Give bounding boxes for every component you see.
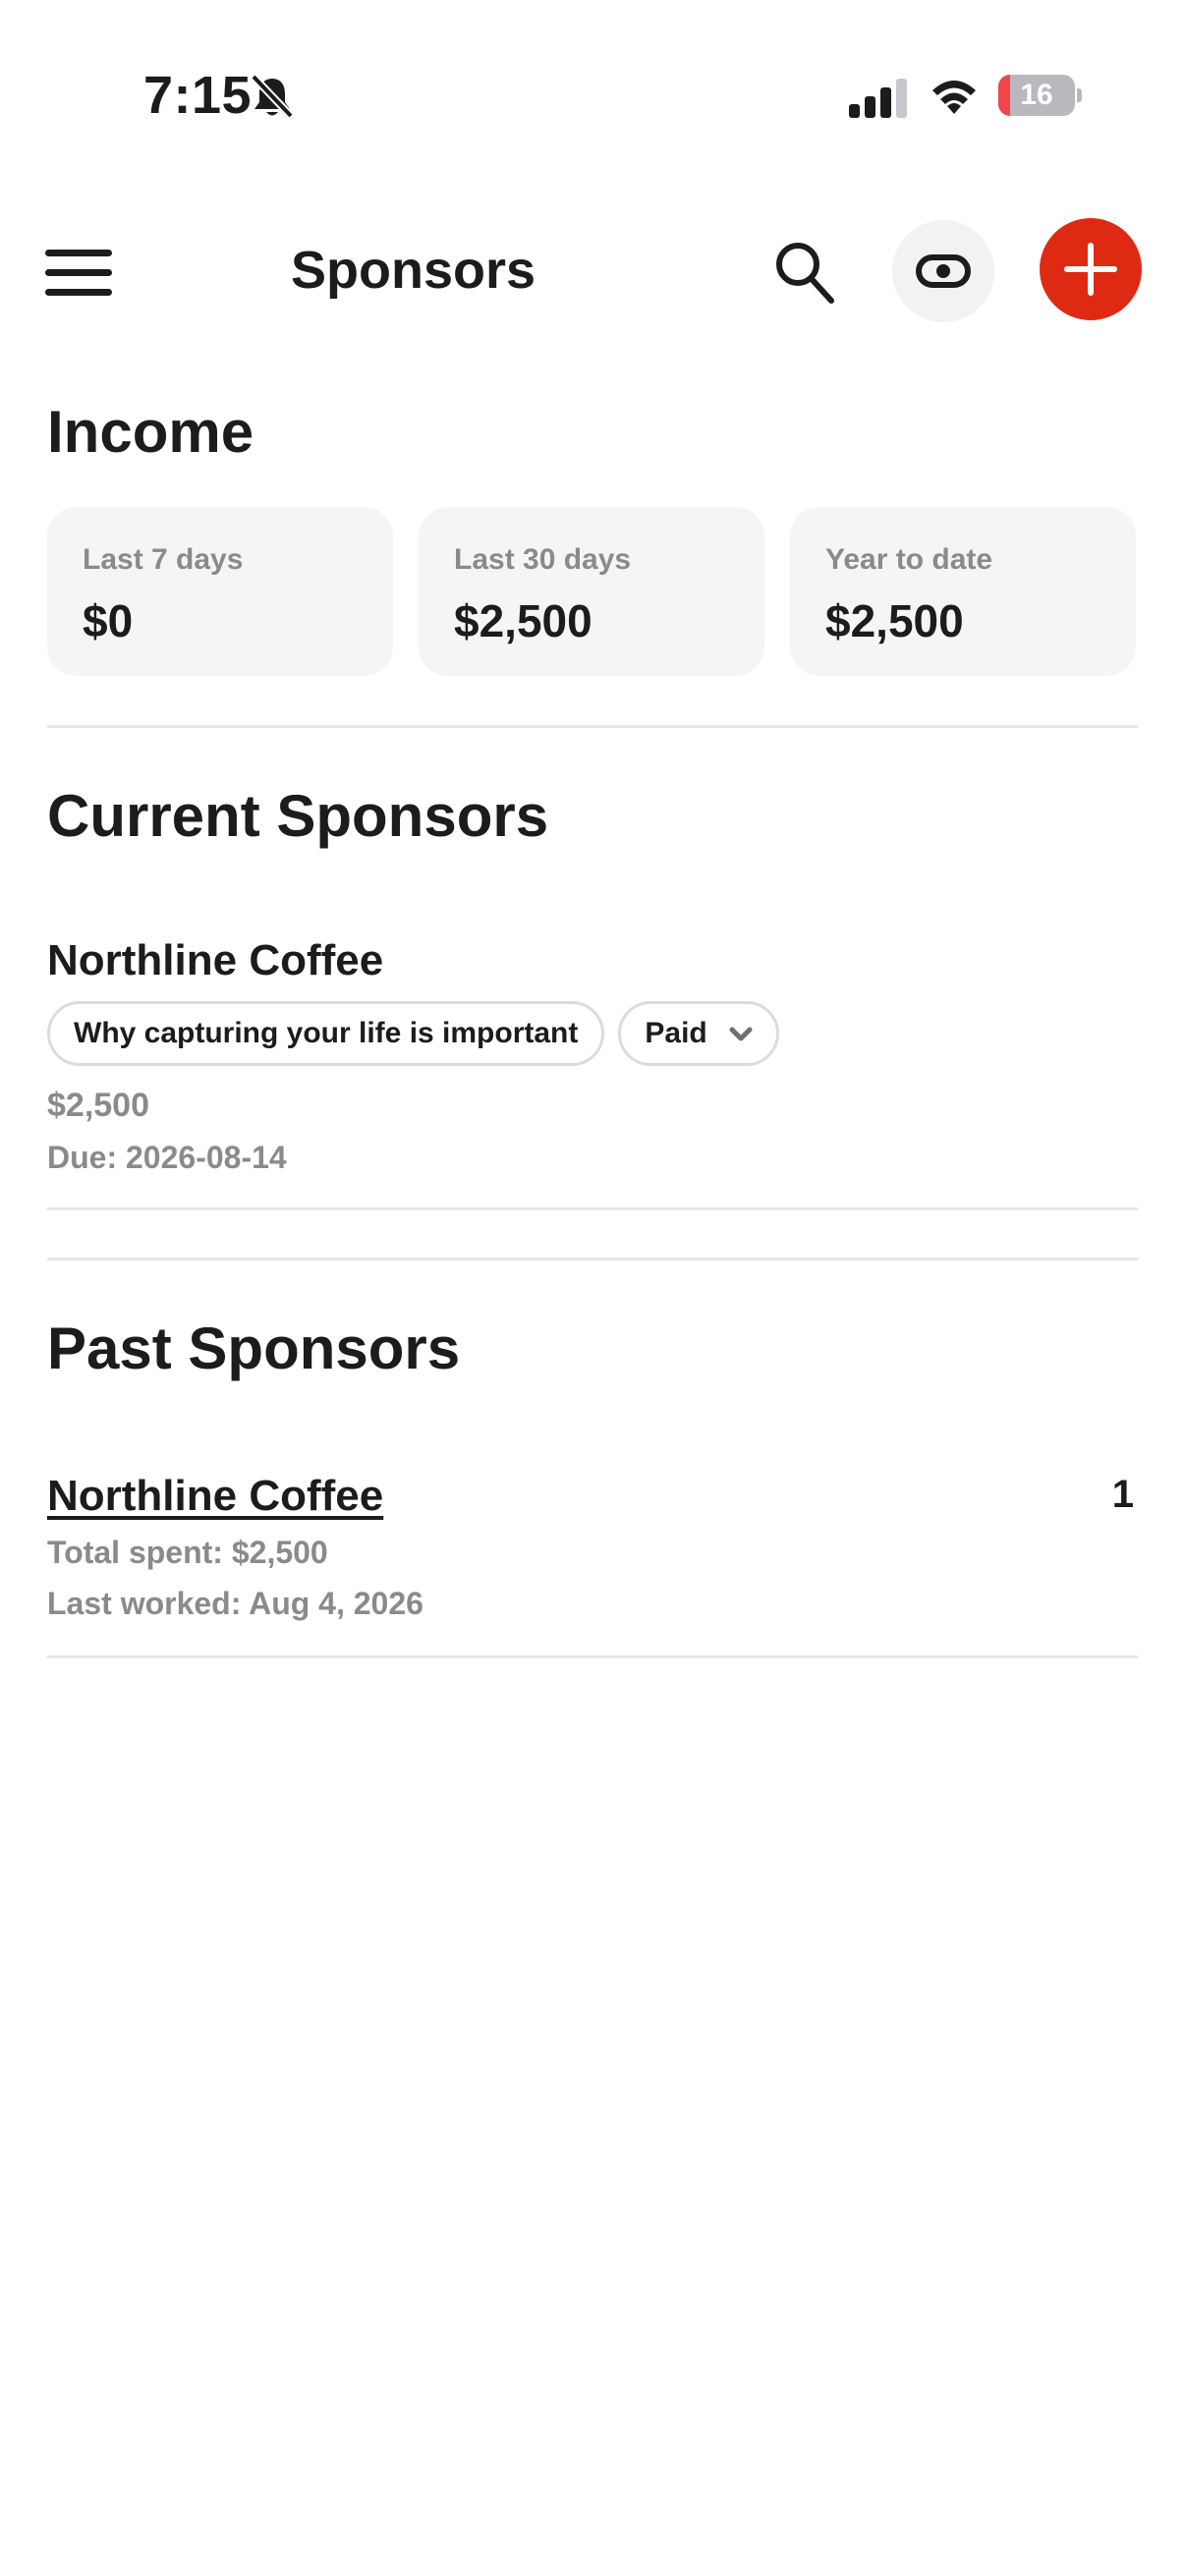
income-card-value: $0 [83, 595, 134, 646]
past-sponsor-count: 1 [1111, 1473, 1134, 1516]
battery-tip [1077, 88, 1082, 102]
status-dropdown[interactable]: Paid [618, 1001, 779, 1066]
past-sponsors-heading: Past Sponsors [47, 1316, 461, 1381]
income-card-label: Last 7 days [83, 543, 244, 576]
past-sponsor-total-spent: Total spent: $2,500 [47, 1535, 328, 1570]
current-sponsors-heading: Current Sponsors [47, 783, 549, 849]
sponsor-name[interactable]: Northline Coffee [47, 934, 1138, 987]
current-sponsor-item[interactable]: Northline Coffee Why capturing your life… [47, 856, 1138, 1180]
current-sponsors-section: Current Sponsors Northline Coffee Why ca… [47, 777, 1138, 1180]
visibility-toggle-button[interactable] [892, 220, 994, 322]
add-sponsor-button[interactable] [1040, 218, 1142, 320]
menu-button[interactable] [39, 236, 122, 308]
main-content: Income Last 7 days $0 Last 30 days $2,50… [47, 393, 1138, 1658]
video-chip-label: Why capturing your life is important [74, 1017, 579, 1049]
status-bar: 7:15 16 [0, 0, 1185, 187]
sponsor-amount: $2,500 [47, 1087, 149, 1124]
past-sponsor-item[interactable]: Northline Coffee 1 Total spent: $2,500 L… [47, 1388, 1138, 1626]
hamburger-menu-icon-bar [45, 288, 112, 296]
income-card-value: $2,500 [454, 595, 592, 646]
wifi-icon [932, 81, 976, 114]
status-time: 7:15 [143, 66, 253, 125]
income-card-last-7-days: Last 7 days $0 [47, 507, 393, 676]
plus-icon [1064, 243, 1117, 296]
income-card-label: Year to date [825, 543, 993, 576]
income-cards: Last 7 days $0 Last 30 days $2,500 Year … [47, 507, 1138, 676]
income-card-value: $2,500 [825, 595, 964, 646]
bell-muted-icon [251, 74, 294, 119]
section-divider [47, 1258, 1138, 1260]
battery-body: 16 [998, 75, 1075, 116]
page-title: Sponsors [291, 241, 536, 300]
sponsor-due-date: Due: 2026-08-14 [47, 1140, 287, 1175]
status-dropdown-label: Paid [645, 1017, 707, 1049]
income-card-year-to-date: Year to date $2,500 [790, 507, 1136, 676]
chevron-down-icon [729, 1027, 753, 1041]
cellular-signal-icon [849, 79, 907, 118]
past-sponsors-section: Past Sponsors Northline Coffee 1 Total s… [47, 1310, 1138, 1626]
hamburger-menu-icon [45, 249, 112, 256]
income-section: Income Last 7 days $0 Last 30 days $2,50… [47, 393, 1138, 676]
past-sponsor-name-link[interactable]: Northline Coffee [47, 1469, 1138, 1524]
sponsors-screen: 7:15 16 Sponsors Income Last 7 days $0 L… [0, 0, 1185, 2576]
app-header: Sponsors [0, 206, 1185, 334]
video-chip[interactable]: Why capturing your life is important [47, 1001, 605, 1066]
battery-icon: 16 [998, 75, 1082, 116]
battery-percentage: 16 [1020, 79, 1053, 111]
item-divider [47, 1655, 1138, 1658]
hamburger-menu-icon-bar [45, 268, 112, 276]
search-icon[interactable] [772, 238, 837, 307]
income-card-last-30-days: Last 30 days $2,500 [419, 507, 764, 676]
income-card-label: Last 30 days [454, 543, 632, 576]
section-divider [47, 725, 1138, 728]
income-heading: Income [47, 399, 254, 465]
sponsor-chips: Why capturing your life is important Pai… [47, 1001, 1138, 1066]
eye-icon [916, 254, 971, 288]
item-divider [47, 1207, 1138, 1210]
past-sponsor-last-worked: Last worked: Aug 4, 2026 [47, 1586, 423, 1621]
